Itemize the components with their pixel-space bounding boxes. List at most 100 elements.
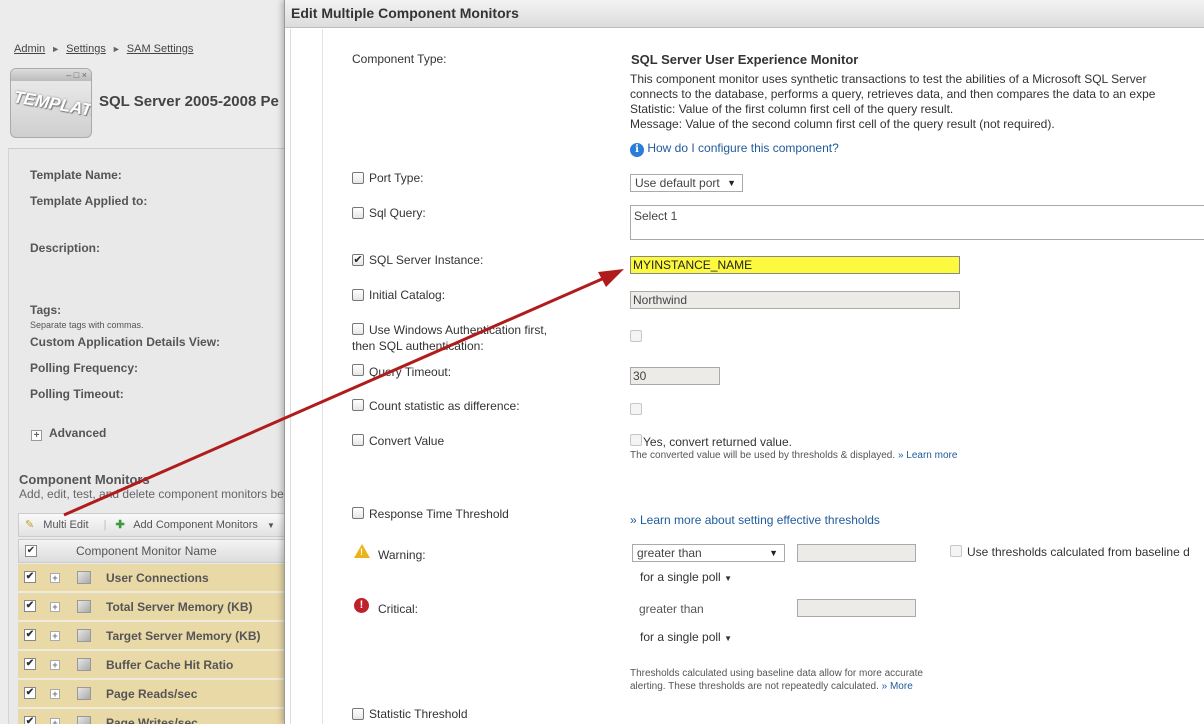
response-threshold-checkbox[interactable] [352, 507, 364, 519]
row-name: Page Reads/sec [106, 687, 198, 701]
custom-view-label: Custom Application Details View: [30, 335, 221, 349]
sql-query-checkbox[interactable] [352, 207, 364, 219]
add-component-monitors-button[interactable]: ✚ Add Component Monitors ▼ [116, 519, 281, 531]
response-threshold-label: Response Time Threshold [369, 507, 509, 521]
statistic-threshold-checkbox[interactable] [352, 708, 364, 720]
critical-label: Critical: [378, 602, 419, 616]
row-name: Total Server Memory (KB) [106, 600, 253, 614]
expand-icon[interactable]: + [50, 602, 60, 612]
multi-edit-button[interactable]: ✎ Multi Edit [25, 519, 95, 531]
polling-timeout-label: Polling Timeout: [30, 387, 124, 401]
component-type-label: Component Type: [352, 52, 447, 66]
template-name-label: Template Name: [30, 168, 122, 182]
query-timeout-input[interactable]: 30 [630, 367, 720, 385]
convert-value-option-checkbox[interactable] [630, 434, 642, 446]
baseline-label: Use thresholds calculated from baseline … [967, 545, 1190, 559]
initial-catalog-input[interactable]: Northwind [630, 291, 960, 309]
component-type-value: SQL Server User Experience Monitor [631, 52, 859, 67]
breadcrumb-settings[interactable]: Settings [66, 43, 106, 55]
table-row[interactable]: ✔ + Page Writes/sec [18, 709, 288, 724]
expand-icon[interactable]: + [50, 660, 60, 670]
component-monitors-heading: Component Monitors [19, 472, 150, 487]
sql-instance-input[interactable]: MYINSTANCE_NAME [630, 256, 960, 274]
convert-value-option-label: Yes, convert returned value. [643, 435, 792, 449]
baseline-note-line2: alerting. These thresholds are not repea… [630, 681, 913, 692]
critical-poll-select[interactable]: for a single poll ▼ [640, 630, 732, 644]
row-checkbox[interactable]: ✔ [24, 658, 36, 670]
count-statistic-value-checkbox[interactable] [630, 403, 642, 415]
windows-auth-label: Use Windows Authentication first, [369, 323, 548, 337]
breadcrumb-sam-settings[interactable]: SAM Settings [127, 43, 194, 55]
baseline-checkbox[interactable] [950, 545, 962, 557]
row-checkbox[interactable]: ✔ [24, 687, 36, 699]
table-row[interactable]: ✔ + User Connections [18, 564, 288, 592]
table-row[interactable]: ✔ + Target Server Memory (KB) [18, 622, 288, 650]
advanced-toggle[interactable]: + Advanced [31, 426, 106, 441]
sql-query-textarea[interactable]: Select 1 [630, 205, 1204, 240]
column-header-name[interactable]: Component Monitor Name [76, 540, 217, 562]
row-name: Buffer Cache Hit Ratio [106, 658, 234, 672]
edit-multiple-dialog: Edit Multiple Component Monitors Compone… [284, 0, 1204, 724]
convert-value-label: Convert Value [369, 434, 445, 448]
critical-value-input[interactable] [797, 599, 916, 617]
help-link[interactable]: i How do I configure this component? [630, 141, 839, 157]
warning-icon: ! [354, 544, 370, 558]
port-type-checkbox[interactable] [352, 172, 364, 184]
cube-icon [77, 600, 91, 613]
component-description-line: Statistic: Value of the first column fir… [630, 102, 954, 116]
sql-instance-checkbox[interactable]: ✔ [352, 254, 364, 266]
component-description-line: This component monitor uses synthetic tr… [630, 72, 1147, 86]
query-timeout-checkbox[interactable] [352, 364, 364, 376]
expand-icon: + [31, 430, 42, 441]
threshold-learn-link[interactable]: » Learn more about setting effective thr… [630, 513, 880, 527]
windows-auth-value-checkbox[interactable] [630, 330, 642, 342]
template-applied-label: Template Applied to: [30, 194, 148, 208]
windows-auth-checkbox[interactable] [352, 323, 364, 335]
template-icon: – □ × TEMPLATE [10, 68, 92, 138]
convert-value-checkbox[interactable] [352, 434, 364, 446]
select-all-checkbox[interactable]: ✔ [25, 545, 37, 557]
expand-icon[interactable]: + [50, 573, 60, 583]
expand-icon[interactable]: + [50, 631, 60, 641]
row-checkbox[interactable]: ✔ [24, 629, 36, 641]
port-type-label: Port Type: [369, 171, 424, 185]
component-monitors-description: Add, edit, test, and delete component mo… [19, 487, 284, 501]
breadcrumb-separator-icon: ► [51, 44, 61, 54]
count-statistic-checkbox[interactable] [352, 399, 364, 411]
port-type-select[interactable]: Use default port ▼ [630, 174, 743, 192]
table-row[interactable]: ✔ + Page Reads/sec [18, 680, 288, 708]
baseline-note: Thresholds calculated using baseline dat… [630, 668, 923, 679]
row-name: User Connections [106, 571, 209, 585]
breadcrumb: Admin ► Settings ► SAM Settings [14, 43, 193, 55]
expand-icon[interactable]: + [50, 689, 60, 699]
warning-operator-select[interactable]: greater than ▼ [632, 544, 785, 562]
initial-catalog-checkbox[interactable] [352, 289, 364, 301]
critical-operator[interactable]: greater than [639, 602, 704, 616]
breadcrumb-admin[interactable]: Admin [14, 43, 45, 55]
polling-frequency-label: Polling Frequency: [30, 361, 139, 375]
baseline-more-link[interactable]: » More [882, 681, 913, 692]
table-row[interactable]: ✔ + Total Server Memory (KB) [18, 593, 288, 621]
template-icon-label: TEMPLATE [12, 87, 92, 122]
statistic-threshold-label: Statistic Threshold [369, 707, 468, 721]
chevron-down-icon: ▼ [724, 634, 732, 643]
cube-icon [77, 629, 91, 642]
cube-icon [77, 687, 91, 700]
expand-icon[interactable]: + [50, 718, 60, 724]
chevron-down-icon: ▼ [266, 521, 275, 530]
count-statistic-label: Count statistic as difference: [369, 399, 520, 413]
row-name: Page Writes/sec [106, 716, 198, 724]
row-checkbox[interactable]: ✔ [24, 716, 36, 724]
row-checkbox[interactable]: ✔ [24, 600, 36, 612]
row-checkbox[interactable]: ✔ [24, 571, 36, 583]
plus-icon: ✚ [115, 519, 125, 531]
warning-poll-select[interactable]: for a single poll ▼ [640, 570, 732, 584]
table-row[interactable]: ✔ + Buffer Cache Hit Ratio [18, 651, 288, 679]
description-label: Description: [30, 241, 101, 255]
sql-instance-label: SQL Server Instance: [369, 253, 484, 267]
warning-label: Warning: [378, 548, 426, 562]
sql-query-label: Sql Query: [369, 206, 426, 220]
convert-learn-more-link[interactable]: » Learn more [898, 450, 957, 461]
warning-value-input[interactable] [797, 544, 916, 562]
cube-icon [77, 571, 91, 584]
